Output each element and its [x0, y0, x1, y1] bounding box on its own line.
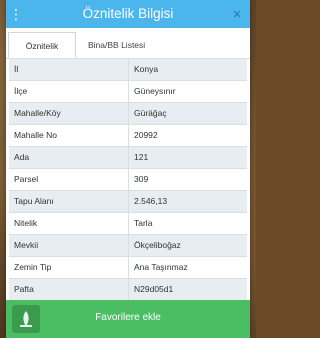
table-row: Mahalle/Köy Güräğaç [9, 102, 247, 124]
attribute-key: Tapu Alanı [14, 196, 54, 206]
column-divider [128, 125, 129, 146]
column-divider [128, 235, 129, 256]
column-divider [128, 191, 129, 212]
tab-bar: Öznitelik Bilgisi Bina/BB Listesi [6, 28, 250, 77]
table-row: Ada 121 [9, 146, 247, 168]
attribute-value: N29d05d1 [134, 284, 174, 294]
attribute-value: 121 [134, 152, 149, 162]
attribute-dialog: ⋮ Öznitelik Bilgisi × Öznitelik Bilgisi … [6, 0, 250, 338]
dialog-header: ⋮ Öznitelik Bilgisi × [6, 0, 250, 28]
column-divider [128, 81, 129, 102]
dialog-footer: Favorilere ekle [6, 300, 250, 338]
column-divider [128, 147, 129, 168]
attribute-key: Nitelik [14, 218, 38, 228]
attribute-value: Tarla [134, 218, 153, 228]
attribute-value: 20992 [134, 130, 158, 140]
attribute-key: Ada [14, 152, 30, 162]
table-row: Mahalle No 20992 [9, 124, 247, 146]
table-row: Tapu Alanı 2.546,13 [9, 190, 247, 212]
attribute-key: Parsel [14, 174, 39, 184]
attribute-key: Pafta [14, 284, 34, 294]
attribute-key: Mevkii [14, 240, 39, 250]
column-divider [128, 103, 129, 124]
dialog-title: Öznitelik Bilgisi [82, 6, 174, 21]
attribute-key: Mahalle No [14, 130, 57, 140]
table-row: Nitelik Tarla [9, 212, 247, 234]
table-row: İl Konya [9, 58, 247, 80]
column-divider [128, 279, 129, 300]
attribute-key: Mahalle/Köy [14, 108, 61, 118]
attribute-value: Güräğaç [134, 108, 167, 118]
attribute-value: Güneysınır [134, 86, 176, 96]
column-divider [128, 213, 129, 234]
attribute-key: İlçe [14, 86, 28, 96]
attribute-value: Ana Taşınmaz [134, 262, 188, 272]
tab-building-list[interactable]: Bina/BB Listesi [82, 32, 162, 58]
attribute-key: Zemin Tip [14, 262, 52, 272]
app-logo-icon [12, 305, 40, 333]
attribute-value: Konya [134, 64, 159, 74]
add-to-favorites-button[interactable]: Favorilere ekle [6, 300, 250, 338]
column-divider [128, 169, 129, 190]
column-divider [128, 257, 129, 278]
table-row: Pafta N29d05d1 [9, 278, 247, 300]
close-icon[interactable]: × [224, 0, 250, 28]
attribute-value: 309 [134, 174, 149, 184]
table-row: Parsel 309 [9, 168, 247, 190]
table-row: Mevkii Ökçeliboğaz [9, 234, 247, 256]
vertical-dots-menu-icon[interactable]: ⋮ [6, 0, 26, 28]
attribute-key: İl [14, 64, 19, 74]
table-row: İlçe Güneysınır [9, 80, 247, 102]
column-divider [128, 59, 129, 80]
attribute-value: Ökçeliboğaz [134, 240, 181, 250]
attribute-table: İl Konya İlçe Güneysınır Mahalle/Köy Gür… [9, 58, 247, 300]
attribute-value: 2.546,13 [134, 196, 168, 206]
table-row: Zemin Tip Ana Taşınmaz [9, 256, 247, 278]
tab-attribute-info[interactable]: Öznitelik Bilgisi [8, 32, 76, 77]
